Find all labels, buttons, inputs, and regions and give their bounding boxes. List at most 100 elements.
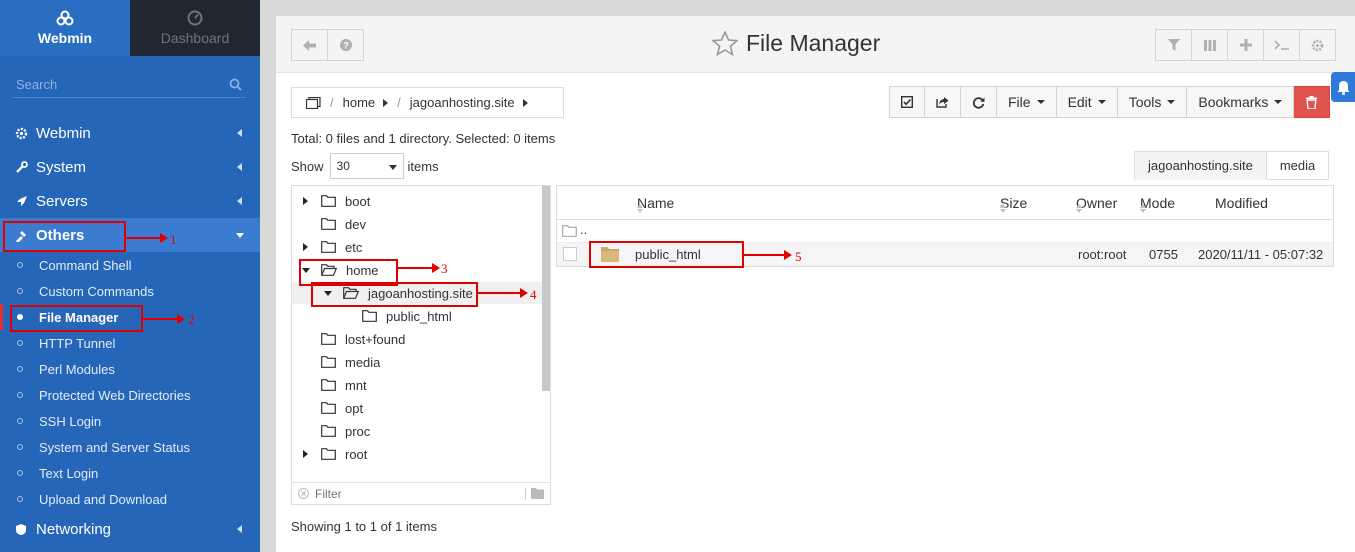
terminal-button[interactable] [1263, 29, 1300, 61]
folder-open-icon [343, 287, 359, 299]
submenu-item-command-shell[interactable]: Command Shell [0, 252, 260, 278]
table-header: Name Size Owner Mode Modified [557, 186, 1333, 220]
tools-menu-button[interactable]: Tools [1117, 86, 1188, 118]
question-icon: ? [339, 39, 352, 51]
svg-text:?: ? [343, 41, 349, 51]
caret-right-icon[interactable] [383, 98, 389, 107]
expand-icon[interactable] [303, 450, 308, 458]
root-folder-icon[interactable] [306, 96, 321, 109]
share-button[interactable] [925, 86, 961, 118]
tab-jagoanhosting[interactable]: jagoanhosting.site [1134, 151, 1267, 180]
bullet-icon [17, 470, 23, 476]
expand-icon[interactable] [303, 243, 308, 251]
submenu-label: File Manager [39, 309, 119, 325]
menu-item-system[interactable]: System [0, 150, 260, 184]
tree-item-media[interactable]: media [321, 351, 380, 373]
caret-right-icon[interactable] [522, 98, 528, 107]
tab-webmin[interactable]: Webmin [0, 0, 130, 56]
tree-item-label: dev [345, 216, 366, 232]
sort-icon [637, 204, 643, 213]
submenu-item-custom-commands[interactable]: Custom Commands [0, 278, 260, 304]
tree-filter [292, 482, 550, 504]
chevron-left-icon [237, 129, 242, 137]
filter-button[interactable] [1155, 29, 1192, 61]
edit-menu-button[interactable]: Edit [1056, 86, 1118, 118]
submenu-item-ssh-login[interactable]: SSH Login [0, 408, 260, 434]
page-size-select[interactable]: 30 [329, 153, 404, 179]
folder-icon [321, 448, 336, 460]
collapse-icon[interactable] [302, 267, 310, 273]
menu-item-networking[interactable]: Networking [0, 512, 260, 546]
table-row-parent[interactable]: .. [557, 220, 1333, 243]
columns-button[interactable] [1191, 29, 1228, 61]
expand-icon[interactable] [303, 197, 308, 205]
tree-item-proc[interactable]: proc [321, 420, 370, 442]
tree-scrollbar[interactable] [542, 186, 550, 391]
tab-media[interactable]: media [1266, 151, 1330, 180]
delete-button[interactable] [1294, 86, 1331, 118]
annotation-arrow [398, 263, 440, 273]
tree-item-etc[interactable]: etc [303, 236, 362, 258]
menu-item-webmin[interactable]: Webmin [0, 116, 260, 150]
column-owner[interactable]: Owner [1076, 195, 1117, 213]
tree-item-root[interactable]: root [303, 443, 367, 465]
breadcrumb-home[interactable]: home [343, 95, 376, 110]
chevron-down-icon [236, 233, 244, 238]
tree-item-home[interactable]: home [302, 259, 379, 281]
gear-icon [14, 126, 28, 140]
settings-button[interactable] [1299, 29, 1336, 61]
submenu-item-file-manager[interactable]: File Manager [0, 304, 260, 330]
clear-icon[interactable] [298, 488, 309, 499]
tab-dashboard[interactable]: Dashboard [130, 0, 260, 56]
submenu-item-system-server-status[interactable]: System and Server Status [0, 434, 260, 460]
tree-filter-input[interactable] [315, 486, 515, 501]
help-button[interactable]: ? [327, 29, 364, 61]
notifications-button[interactable] [1331, 72, 1355, 102]
sidebar-search-input[interactable] [12, 72, 212, 96]
breadcrumb-separator: / [397, 95, 401, 110]
annotation-number: 1 [170, 232, 177, 247]
trash-icon [1306, 95, 1318, 109]
annotation-number: 4 [530, 287, 537, 302]
submenu-item-http-tunnel[interactable]: HTTP Tunnel [0, 330, 260, 356]
column-name[interactable]: Name [637, 195, 674, 213]
file-menu-button[interactable]: File [997, 86, 1057, 118]
plus-icon [1239, 39, 1252, 51]
row-checkbox[interactable] [563, 247, 577, 261]
pagination-info: Showing 1 to 1 of 1 items [291, 519, 437, 534]
column-size[interactable]: Size [1000, 195, 1027, 213]
menu-item-servers[interactable]: Servers [0, 184, 260, 218]
select-all-button[interactable] [889, 86, 925, 118]
submenu-item-text-login[interactable]: Text Login [0, 460, 260, 486]
sidebar-tabs: Webmin Dashboard [0, 0, 260, 56]
tree-item-opt[interactable]: opt [321, 397, 363, 419]
breadcrumb-current[interactable]: jagoanhosting.site [410, 95, 515, 110]
file-mode: 0755 [1149, 247, 1178, 262]
folder-icon[interactable] [531, 488, 544, 499]
file-name[interactable]: public_html [635, 247, 701, 262]
column-mode[interactable]: Mode [1140, 195, 1175, 213]
submenu-item-protected-web-directories[interactable]: Protected Web Directories [0, 382, 260, 408]
tree-item-boot[interactable]: boot [303, 190, 370, 212]
add-button[interactable] [1227, 29, 1264, 61]
tree-item-mnt[interactable]: mnt [321, 374, 367, 396]
bookmarks-menu-button[interactable]: Bookmarks [1187, 86, 1295, 118]
tree-item-public-html[interactable]: public_html [362, 305, 452, 327]
star-icon[interactable] [712, 31, 738, 56]
main-panel: ? File Manager / home / jagoanhosting.si… [276, 16, 1355, 552]
submenu-item-perl-modules[interactable]: Perl Modules [0, 356, 260, 382]
tree-item-dev[interactable]: dev [321, 213, 366, 235]
annotation-arrow [744, 250, 792, 260]
collapse-icon[interactable] [324, 290, 332, 296]
menu-item-others-label: Others [36, 226, 85, 244]
submenu-item-upload-download[interactable]: Upload and Download [0, 486, 260, 512]
rocket-icon [14, 194, 28, 208]
table-row[interactable]: public_html root:root 0755 2020/11/11 - … [557, 243, 1333, 266]
edit-menu-label: Edit [1067, 94, 1092, 110]
tree-item-lost-found[interactable]: lost+found [321, 328, 405, 350]
column-modified[interactable]: Modified [1215, 195, 1268, 211]
folder-icon [321, 379, 336, 391]
back-button[interactable] [291, 29, 328, 61]
search-icon[interactable] [229, 78, 242, 91]
refresh-button[interactable] [961, 86, 997, 118]
